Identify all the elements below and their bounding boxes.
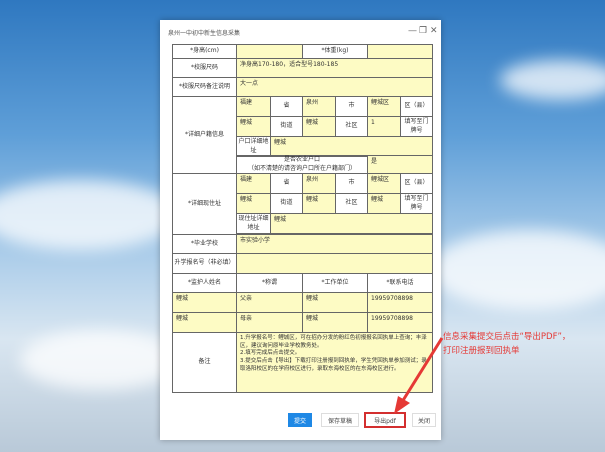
annotation-note: 信息采集提交后点击“导出PDF”， 打印注册报到回执单 bbox=[443, 331, 570, 358]
annotation-line-1: 信息采集提交后点击“导出PDF”， bbox=[443, 332, 571, 342]
red-arrow-icon bbox=[394, 337, 444, 414]
annotation-line-2: 打印注册报到回执单 bbox=[443, 345, 520, 356]
